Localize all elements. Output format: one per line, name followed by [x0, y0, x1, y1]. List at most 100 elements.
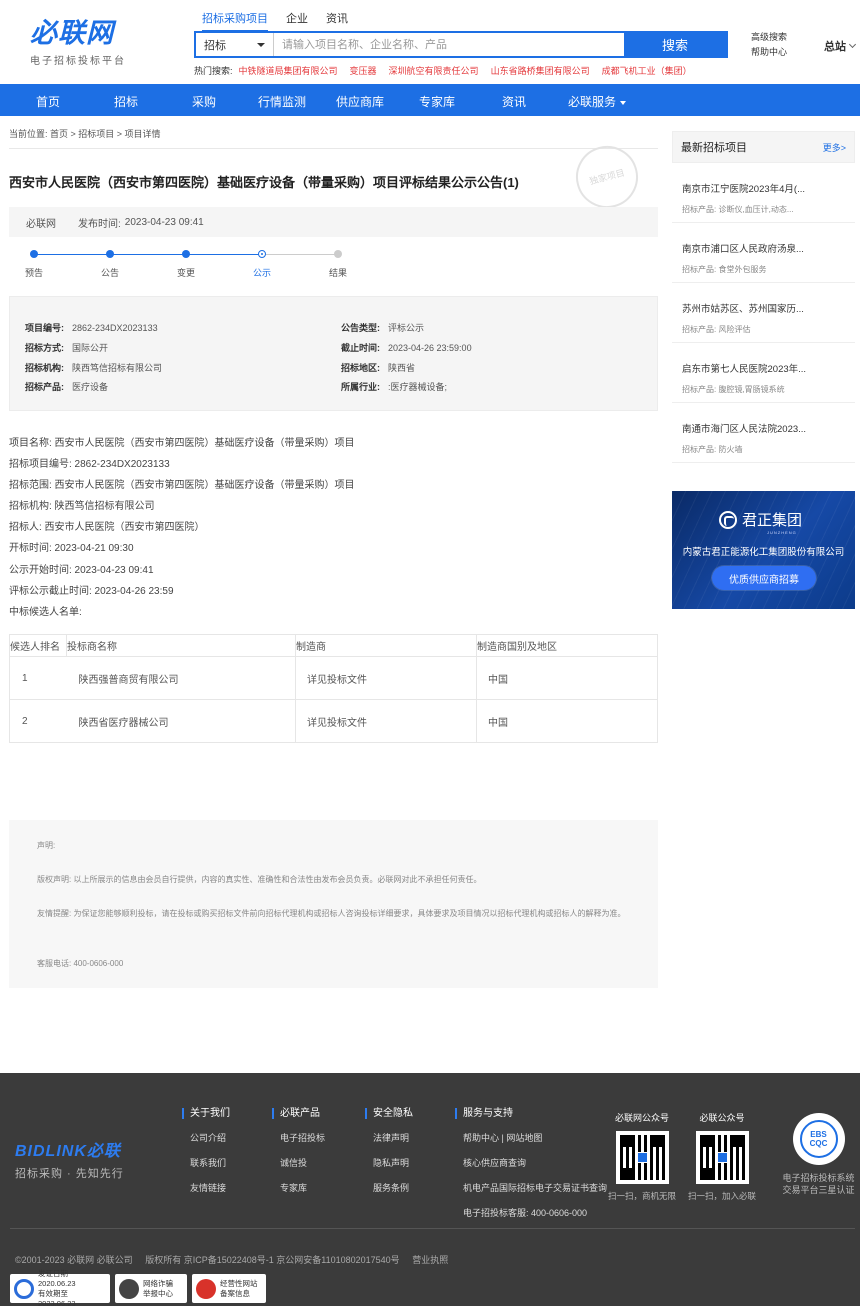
- list-item[interactable]: 南京市浦口区人民政府汤泉... 招标产品: 食堂外包服务: [672, 223, 855, 283]
- step-dot: [106, 250, 114, 258]
- ad-brand-en: JUNZHENG: [767, 530, 797, 535]
- trust-badge-fraud-report[interactable]: 网络诈骗 举报中心: [115, 1274, 187, 1303]
- search-type-select[interactable]: 招标: [196, 33, 274, 56]
- detail-line: 评标公示截止时间: 2023-04-26 23:59: [9, 585, 174, 597]
- footer-link[interactable]: 核心供应商查询: [455, 1156, 607, 1169]
- table-cell: 详见投标文件: [295, 699, 477, 743]
- footer-col-title: 必联产品: [272, 1108, 325, 1119]
- site-logo[interactable]: 必联网 电子招标投标平台: [30, 18, 130, 67]
- hot-search-link[interactable]: 变压器: [350, 64, 377, 77]
- more-link[interactable]: 更多>: [823, 141, 846, 154]
- trust-line: 备案信息: [220, 1288, 250, 1298]
- site-header: 必联网 电子招标投标平台 招标采购项目 企业 资讯 招标 搜索 热门搜索: 中铁…: [0, 0, 860, 84]
- list-item[interactable]: 启东市第七人民医院2023年... 招标产品: 腹腔镜,胃肠镜系统: [672, 343, 855, 403]
- step-publicity[interactable]: 公示: [242, 250, 282, 279]
- tab-enterprise[interactable]: 企业: [286, 10, 308, 32]
- advanced-search-link[interactable]: 高级搜索: [751, 30, 787, 45]
- nav-purchase[interactable]: 采购: [192, 93, 216, 110]
- nav-services[interactable]: 必联服务: [568, 93, 627, 110]
- step-preview[interactable]: 预告: [14, 250, 54, 279]
- ad-cta-button[interactable]: 优质供应商招募: [712, 566, 816, 590]
- nav-expert-library[interactable]: 专家库: [419, 93, 455, 110]
- step-label: 结果: [328, 268, 347, 278]
- nav-supplier-library[interactable]: 供应商库: [336, 93, 384, 110]
- business-license-link[interactable]: 营业执照: [412, 1255, 448, 1265]
- hot-search-link[interactable]: 深圳航空有限责任公司: [389, 64, 479, 77]
- tab-tender-projects[interactable]: 招标采购项目: [202, 10, 268, 32]
- qr-caption: 扫一扫，加入必联: [688, 1191, 757, 1201]
- list-item-title: 南通市海门区人民法院2023...: [682, 424, 807, 435]
- table-cell: 陕西强普商贸有限公司: [66, 656, 296, 700]
- tab-news[interactable]: 资讯: [326, 10, 348, 32]
- nav-home[interactable]: 首页: [36, 93, 60, 110]
- nav-tender[interactable]: 招标: [114, 93, 138, 110]
- footer-link[interactable]: 友情链接: [182, 1181, 230, 1194]
- hot-search-link[interactable]: 中铁隧道局集团有限公司: [239, 64, 338, 77]
- step-result[interactable]: 结果: [318, 250, 358, 279]
- list-item-title: 南京市江宁医院2023年4月(...: [682, 184, 805, 195]
- footer-link[interactable]: 隐私声明: [365, 1156, 413, 1169]
- footer-slogan: 招标采购 · 先知先行: [15, 1168, 124, 1180]
- cqc-certification[interactable]: EBS CQC 电子招标投标系统交易平台三星认证: [781, 1113, 856, 1196]
- table-cell: 中国: [476, 656, 658, 700]
- ad-banner[interactable]: 君正集团 JUNZHENG 内蒙古君正能源化工集团股份有限公司 优质供应商招募: [672, 491, 855, 609]
- chevron-down-icon: [848, 40, 857, 49]
- friendly-tip: 友情提醒: 为保证您能够顺利投标，请在投标或购买招标文件前向招标代理机构或招标人…: [37, 909, 626, 918]
- trust-badge-cert[interactable]: 发证日期 2020.06.23 有效期至 2023.06.23: [10, 1269, 110, 1308]
- footer-link[interactable]: 服务条例: [365, 1181, 413, 1194]
- footer-link[interactable]: 电子招投标: [272, 1131, 325, 1144]
- footer-col-title: 服务与支持: [455, 1108, 607, 1119]
- footer-link[interactable]: 电子招投标客服: 400-0606-000: [455, 1206, 607, 1219]
- search-button[interactable]: 搜索: [624, 33, 726, 56]
- nav-market-monitor[interactable]: 行情监测: [258, 93, 306, 110]
- list-item[interactable]: 南通市海门区人民法院2023... 招标产品: 防火墙: [672, 403, 855, 463]
- cert-badge-sub: CQC: [809, 1139, 828, 1148]
- footer-link[interactable]: 机电产品国际招标电子交易证书查询: [455, 1181, 607, 1194]
- ad-logo: 君正集团: [719, 509, 802, 530]
- cqc-badge-icon: EBS CQC: [792, 1113, 845, 1165]
- table-header: 制造商: [295, 634, 477, 657]
- list-item[interactable]: 苏州市姑苏区、苏州国家历... 招标产品: 风险评估: [672, 283, 855, 343]
- list-item[interactable]: 南京市江宁医院2023年4月(... 招标产品: 诊断仪,血压计,动态...: [672, 163, 855, 223]
- footer-col-privacy: 安全隐私 法律声明 隐私声明 服务条例: [365, 1108, 413, 1194]
- police-icon: [119, 1278, 139, 1299]
- hot-search-link[interactable]: 成都飞机工业（集团）: [602, 64, 692, 77]
- footer-link[interactable]: 诚信投: [272, 1156, 325, 1169]
- list-item-product: 招标产品: 风险评估: [682, 325, 751, 334]
- step-dot: [30, 250, 38, 258]
- footer-link[interactable]: 联系我们: [182, 1156, 230, 1169]
- sidebar-title: 最新招标项目: [681, 142, 747, 154]
- trust-line: 网络诈骗: [143, 1278, 173, 1288]
- search-input[interactable]: [274, 33, 624, 56]
- certificate-icon: [14, 1278, 34, 1299]
- footer-col-support: 服务与支持 帮助中心 | 网站地图 核心供应商查询 机电产品国际招标电子交易证书…: [455, 1108, 607, 1219]
- footer-link[interactable]: 公司介绍: [182, 1131, 230, 1144]
- breadcrumb[interactable]: 当前位置: 首页 > 招标项目 > 项目详情: [9, 127, 161, 140]
- cert-text: 电子招标投标系统交易平台三星认证: [782, 1173, 855, 1195]
- info-agency: 招标机构: 陕西笃信招标有限公司: [25, 361, 162, 374]
- nav-services-label: 必联服务: [568, 95, 617, 109]
- step-change[interactable]: 变更: [166, 250, 206, 279]
- station-switcher[interactable]: 总站: [824, 38, 857, 54]
- detail-line: 招标机构: 陕西笃信招标有限公司: [9, 501, 155, 513]
- step-announcement[interactable]: 公告: [90, 250, 130, 279]
- footer-link[interactable]: 帮助中心 | 网站地图: [455, 1131, 607, 1144]
- publish-meta: 必联网 发布时间: 2023-04-23 09:41: [9, 207, 658, 237]
- table-cell: 1: [9, 656, 67, 700]
- info-value: 2862-234DX2023133: [72, 323, 158, 333]
- footer-link[interactable]: 专家库: [272, 1181, 325, 1194]
- step-dot-current: [258, 250, 266, 258]
- help-center-link[interactable]: 帮助中心: [751, 45, 787, 60]
- search-box: 招标 搜索: [194, 31, 728, 58]
- info-label: 所属行业:: [341, 382, 380, 392]
- detail-line: 招标人: 西安市人民医院（西安市第四医院）: [9, 522, 205, 534]
- trust-badge-icp[interactable]: 经营性网站 备案信息: [192, 1274, 266, 1303]
- footer-link[interactable]: 法律声明: [365, 1131, 413, 1144]
- info-deadline: 截止时间: 2023-04-26 23:59:00: [341, 341, 472, 354]
- emblem-icon: [196, 1278, 216, 1299]
- nav-news[interactable]: 资讯: [502, 93, 526, 110]
- hot-search-link[interactable]: 山东省路桥集团有限公司: [491, 64, 590, 77]
- list-item-product: 招标产品: 诊断仪,血压计,动态...: [682, 205, 794, 214]
- icp-text[interactable]: 版权所有 京ICP备15022408号-1 京公网安备1101080201754…: [145, 1255, 399, 1265]
- trust-line: 举报中心: [143, 1288, 173, 1298]
